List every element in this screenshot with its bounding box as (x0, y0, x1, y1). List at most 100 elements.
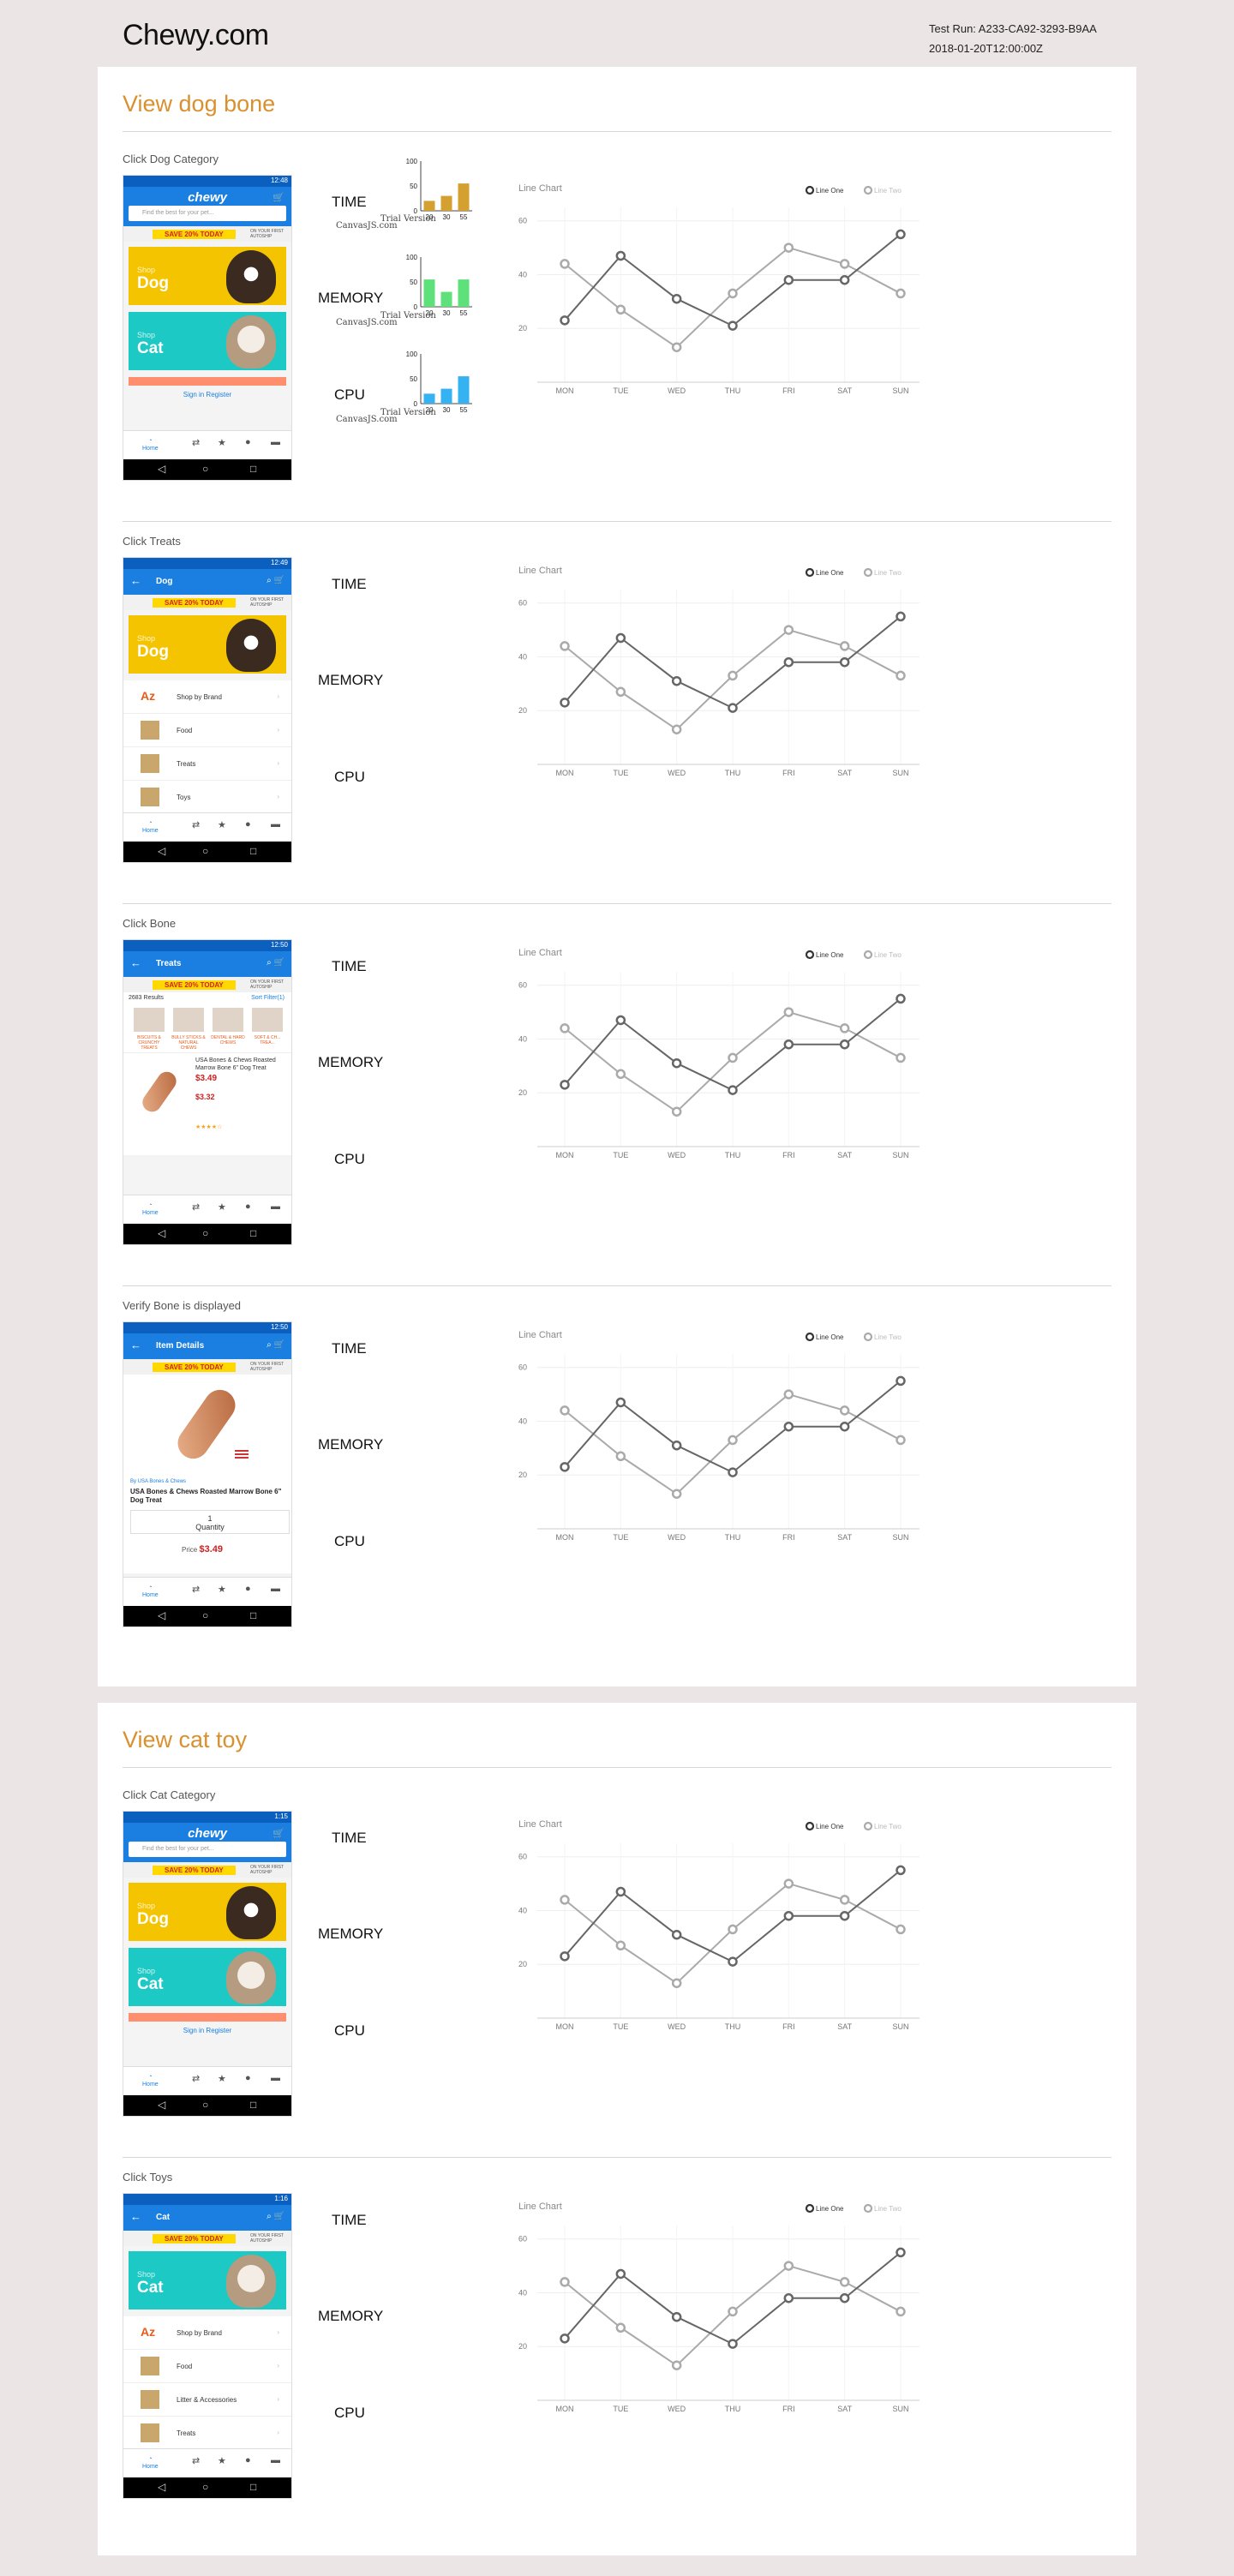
recents-icon[interactable]: □ (250, 845, 256, 857)
home-circle-icon[interactable]: ○ (202, 845, 208, 857)
back-arrow-icon[interactable]: ← (130, 574, 141, 587)
recents-icon[interactable]: □ (250, 1227, 256, 1239)
cart-icon[interactable]: 🛒 (273, 1828, 285, 1839)
search-cart-icons[interactable]: ⌕ 🛒 (267, 958, 285, 967)
list-item[interactable]: Litter & Accessories › (123, 2383, 291, 2417)
chat-icon[interactable]: ▬ (271, 2073, 280, 2083)
star-icon[interactable]: ★ (218, 2073, 226, 2084)
star-icon[interactable]: ★ (218, 1201, 226, 1213)
sale-banner[interactable] (129, 377, 286, 386)
signin-register-link[interactable]: Sign in Register (123, 386, 291, 404)
swap-icon[interactable]: ⇄ (192, 437, 200, 448)
home-circle-icon[interactable]: ○ (202, 1227, 208, 1239)
back-icon[interactable]: ◁ (158, 463, 165, 475)
back-icon[interactable]: ◁ (158, 845, 165, 857)
home-circle-icon[interactable]: ○ (202, 463, 208, 475)
star-icon[interactable]: ★ (218, 437, 226, 448)
back-arrow-icon[interactable]: ← (130, 1339, 141, 1351)
list-item[interactable]: Treats › (123, 747, 291, 781)
product-card[interactable]: USA Bones & Chews Roasted Marrow Bone 6"… (123, 1052, 291, 1155)
list-item[interactable]: Treats › (123, 2417, 291, 2450)
swap-icon[interactable]: ⇄ (192, 1584, 200, 1595)
swap-icon[interactable]: ⇄ (192, 819, 200, 830)
list-item[interactable]: Az Shop by Brand › (123, 680, 291, 714)
canvasjs-credit[interactable]: CanvasJS.com Trial Version (336, 408, 436, 424)
sale-banner[interactable] (129, 2013, 286, 2022)
nav-home[interactable]: ◔ Home (142, 2455, 159, 2471)
star-icon[interactable]: ★ (218, 819, 226, 830)
home-circle-icon[interactable]: ○ (202, 2099, 208, 2111)
back-icon[interactable]: ◁ (158, 1609, 165, 1621)
signin-register-link[interactable]: Sign in Register (123, 2022, 291, 2040)
shop-dog-tile[interactable]: Shop Dog (129, 615, 286, 674)
canvasjs-credit[interactable]: CanvasJS.com Trial Version (336, 214, 436, 231)
category-thumbnail[interactable] (134, 1008, 165, 1032)
account-icon[interactable]: ● (245, 1201, 251, 1212)
promo-banner[interactable]: SAVE 20% TODAY ON YOUR FIRST AUTOSHIP (123, 1359, 291, 1375)
account-icon[interactable]: ● (245, 1584, 251, 1594)
nav-home[interactable]: ◔ Home (142, 437, 159, 452)
data-point (896, 611, 906, 622)
back-arrow-icon[interactable]: ← (130, 2210, 141, 2223)
back-arrow-icon[interactable]: ← (130, 956, 141, 969)
account-icon[interactable]: ● (245, 819, 251, 830)
list-item[interactable]: Toys › (123, 781, 291, 814)
nav-home[interactable]: ◔ Home (142, 819, 159, 835)
data-point (839, 274, 850, 285)
test-step: Click Treats 12:49 ← Dog ⌕ 🛒 SAVE 20% TODAY ON… (98, 521, 1136, 903)
swap-icon[interactable]: ⇄ (192, 2455, 200, 2466)
recents-icon[interactable]: □ (250, 2481, 256, 2493)
category-thumbnail[interactable] (213, 1008, 243, 1032)
chat-icon[interactable]: ▬ (271, 1201, 280, 1212)
promo-banner[interactable]: SAVE 20% TODAY ON YOUR FIRST AUTOSHIP (123, 595, 291, 610)
star-icon[interactable]: ★ (218, 1584, 226, 1595)
search-input[interactable]: Find the best for your pet... (129, 1842, 286, 1857)
sort-filter-buttons[interactable]: Sort Filter(1) (251, 995, 285, 1001)
swap-icon[interactable]: ⇄ (192, 1201, 200, 1213)
chat-icon[interactable]: ▬ (271, 819, 280, 830)
canvasjs-credit[interactable]: CanvasJS.com Trial Version (336, 311, 436, 327)
account-icon[interactable]: ● (245, 2073, 251, 2083)
shop-dog-tile[interactable]: Shop Dog (129, 247, 286, 305)
nav-home[interactable]: ◔ Home (142, 2073, 159, 2088)
cart-icon[interactable]: 🛒 (273, 192, 285, 203)
x-tick-label: THU (725, 386, 741, 395)
nav-home[interactable]: ◔ Home (142, 1201, 159, 1217)
promo-banner[interactable]: SAVE 20% TODAY ON YOUR FIRST AUTOSHIP (123, 2231, 291, 2246)
search-cart-icons[interactable]: ⌕ 🛒 (267, 1340, 285, 1350)
chat-icon[interactable]: ▬ (271, 437, 280, 447)
shop-cat-tile[interactable]: Shop Cat (129, 2251, 286, 2309)
search-cart-icons[interactable]: ⌕ 🛒 (267, 2212, 285, 2221)
back-icon[interactable]: ◁ (158, 2099, 165, 2111)
quantity-stepper[interactable]: 1 Quantity (130, 1510, 290, 1534)
recents-icon[interactable]: □ (250, 463, 256, 475)
chat-icon[interactable]: ▬ (271, 1584, 280, 1594)
promo-banner[interactable]: SAVE 20% TODAY ON YOUR FIRST AUTOSHIP (123, 977, 291, 992)
category-thumbnail[interactable] (173, 1008, 204, 1032)
list-item-label: Treats (177, 760, 196, 768)
category-thumbnail[interactable] (252, 1008, 283, 1032)
back-icon[interactable]: ◁ (158, 2481, 165, 2493)
list-item[interactable]: Food › (123, 2350, 291, 2383)
shop-cat-tile[interactable]: Shop Cat (129, 1948, 286, 2006)
back-icon[interactable]: ◁ (158, 1227, 165, 1239)
product-brand[interactable]: By USA Bones & Chews (130, 1479, 186, 1484)
swap-icon[interactable]: ⇄ (192, 2073, 200, 2084)
account-icon[interactable]: ● (245, 437, 251, 447)
home-circle-icon[interactable]: ○ (202, 2481, 208, 2493)
list-item[interactable]: Food › (123, 714, 291, 747)
home-circle-icon[interactable]: ○ (202, 1609, 208, 1621)
promo-banner[interactable]: SAVE 20% TODAY ON YOUR FIRST AUTOSHIP (123, 226, 291, 242)
search-cart-icons[interactable]: ⌕ 🛒 (267, 576, 285, 585)
shop-dog-tile[interactable]: Shop Dog (129, 1883, 286, 1941)
recents-icon[interactable]: □ (250, 2099, 256, 2111)
promo-banner[interactable]: SAVE 20% TODAY ON YOUR FIRST AUTOSHIP (123, 1862, 291, 1878)
chat-icon[interactable]: ▬ (271, 2455, 280, 2465)
search-input[interactable]: Find the best for your pet... (129, 206, 286, 221)
shop-cat-tile[interactable]: Shop Cat (129, 312, 286, 370)
recents-icon[interactable]: □ (250, 1609, 256, 1621)
list-item[interactable]: Az Shop by Brand › (123, 2316, 291, 2350)
star-icon[interactable]: ★ (218, 2455, 226, 2466)
nav-home[interactable]: ◔ Home (142, 1584, 159, 1599)
account-icon[interactable]: ● (245, 2455, 251, 2465)
